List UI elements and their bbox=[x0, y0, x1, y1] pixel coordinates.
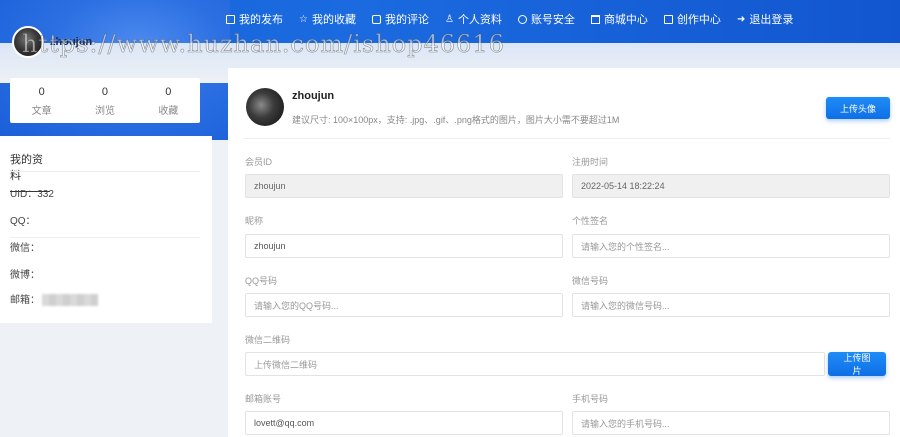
edit-icon bbox=[663, 14, 673, 24]
nav-label: 账号安全 bbox=[530, 14, 575, 26]
stat-favorites[interactable]: 0 收藏 bbox=[137, 78, 200, 123]
username: zhoujun bbox=[50, 36, 93, 48]
profile-email-row: 邮箱： bbox=[10, 291, 98, 307]
star-icon: ☆ bbox=[299, 13, 308, 25]
member-id-label: 会员ID bbox=[245, 157, 273, 167]
stat-articles[interactable]: 0 文章 bbox=[10, 78, 73, 123]
profile-wechat: 微信： bbox=[10, 243, 40, 254]
phone-input[interactable]: 请输入您的手机号码... bbox=[572, 411, 890, 435]
divider bbox=[10, 171, 200, 172]
profile-name: zhoujun bbox=[292, 90, 335, 102]
nav-label: 我的发布 bbox=[239, 14, 283, 26]
nav-label: 创作中心 bbox=[676, 14, 721, 26]
nav-label: 我的评论 bbox=[384, 14, 429, 26]
nav-my-favorites[interactable]: ☆ 我的收藏 bbox=[291, 0, 364, 38]
profile-card: 我的资料 UID：332 QQ： 微信： 微博： 邮箱： bbox=[0, 136, 212, 323]
upload-avatar-button[interactable]: 上传头像 bbox=[826, 97, 890, 119]
stat-label: 浏览 bbox=[94, 106, 115, 117]
profile-uid: UID：332 bbox=[10, 189, 54, 200]
nickname-input[interactable]: zhoujun bbox=[245, 234, 563, 258]
qq-input[interactable]: 请输入您的QQ号码... bbox=[245, 293, 563, 317]
blurred-email bbox=[42, 294, 98, 307]
nav-label: 退出登录 bbox=[749, 14, 794, 26]
nav-logout[interactable]: ➜ 退出登录 bbox=[729, 0, 801, 38]
nav-label: 我的收藏 bbox=[311, 14, 356, 26]
member-id-field: zhoujun bbox=[245, 174, 563, 198]
nav-my-posts[interactable]: 我的发布 bbox=[218, 0, 291, 38]
signature-label: 个性签名 bbox=[572, 216, 609, 226]
user-icon: ♙ bbox=[444, 13, 454, 25]
reg-time-field: 2022-05-14 18:22:24 bbox=[572, 174, 890, 198]
nav-creation-center[interactable]: 创作中心 bbox=[656, 0, 729, 38]
nav-label: 个人资料 bbox=[457, 14, 502, 26]
shop-icon bbox=[590, 14, 600, 24]
divider bbox=[244, 138, 890, 139]
phone-label: 手机号码 bbox=[572, 394, 609, 404]
wechat-qr-input[interactable]: 上传微信二维码 bbox=[245, 352, 825, 376]
document-icon bbox=[226, 14, 235, 24]
avatar-hint: 建议尺寸: 100×100px，支持: .jpg、.gif、.png格式的图片，… bbox=[292, 115, 620, 125]
user-stats: 0 文章 0 浏览 0 收藏 bbox=[10, 78, 200, 123]
nav-my-comments[interactable]: 我的评论 bbox=[364, 0, 437, 38]
stat-label: 收藏 bbox=[158, 106, 179, 117]
wechat-qr-label: 微信二维码 bbox=[245, 335, 291, 345]
comment-icon bbox=[371, 14, 381, 24]
upload-image-button[interactable]: 上传图片 bbox=[828, 352, 886, 376]
nav-profile[interactable]: ♙ 个人资料 bbox=[437, 0, 510, 38]
email-label: 邮箱账号 bbox=[245, 394, 282, 404]
nav-shop-center[interactable]: 商城中心 bbox=[583, 0, 656, 38]
wechat-label: 微信号码 bbox=[572, 276, 609, 286]
profile-email-label: 邮箱： bbox=[10, 295, 40, 306]
nickname-label: 昵称 bbox=[245, 216, 264, 226]
logout-icon: ➜ bbox=[736, 13, 746, 25]
wechat-input[interactable]: 请输入您的微信号码... bbox=[572, 293, 890, 317]
email-input[interactable]: lovett@qq.com bbox=[245, 411, 563, 435]
reg-time-label: 注册时间 bbox=[572, 157, 609, 167]
profile-weibo: 微博： bbox=[10, 270, 40, 281]
stat-value: 0 bbox=[101, 86, 109, 98]
signature-input[interactable]: 请输入您的个性签名... bbox=[572, 234, 890, 258]
stat-views[interactable]: 0 浏览 bbox=[73, 78, 136, 123]
avatar[interactable] bbox=[12, 26, 44, 58]
stat-value: 0 bbox=[165, 86, 172, 98]
qq-label: QQ号码 bbox=[245, 276, 278, 286]
profile-form-card: zhoujun 建议尺寸: 100×100px，支持: .jpg、.gif、.p… bbox=[228, 68, 900, 437]
user-header: zhoujun bbox=[12, 26, 92, 58]
main-nav: 我的发布 ☆ 我的收藏 我的评论 ♙ 个人资料 账号安全 商城中心 创作中心 ➜… bbox=[218, 0, 801, 38]
profile-qq: QQ： bbox=[10, 212, 200, 238]
stat-value: 0 bbox=[38, 86, 45, 98]
avatar-large bbox=[246, 88, 284, 126]
nav-label: 商城中心 bbox=[603, 14, 648, 26]
shield-icon bbox=[517, 14, 527, 24]
stat-label: 文章 bbox=[31, 106, 52, 117]
nav-account-security[interactable]: 账号安全 bbox=[510, 0, 583, 38]
